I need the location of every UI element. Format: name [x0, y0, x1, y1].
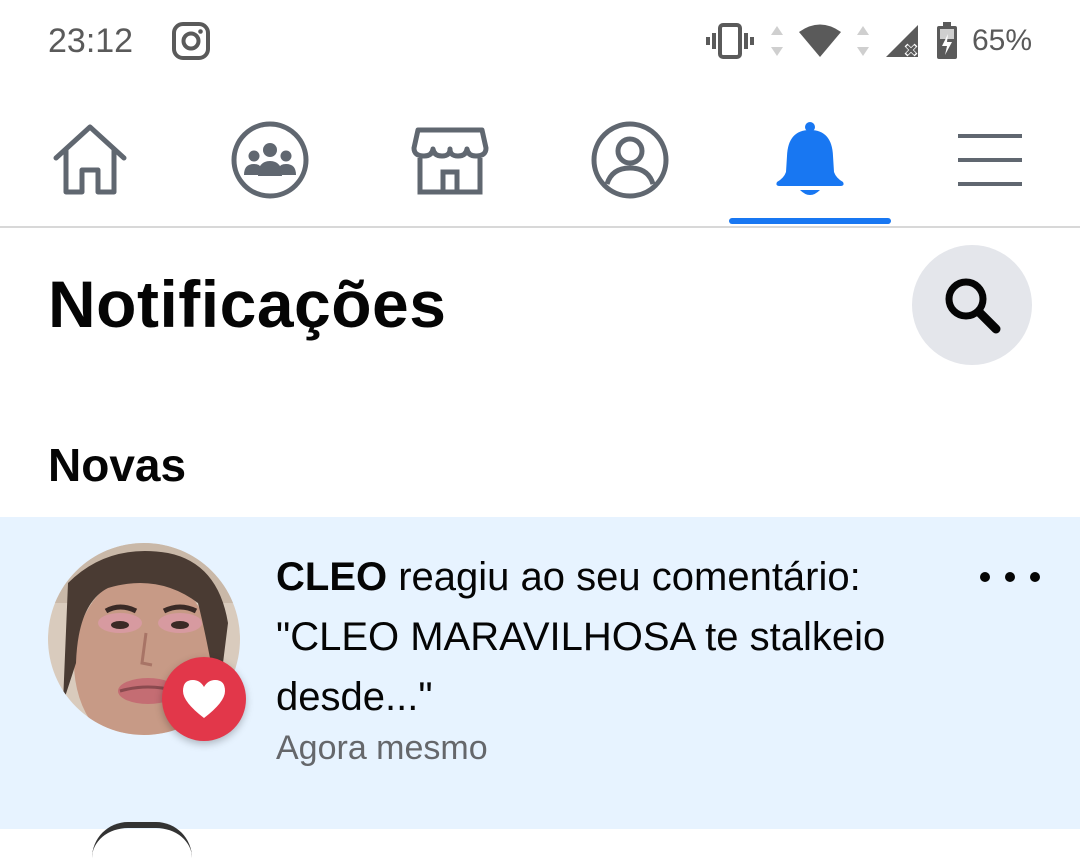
tab-notifications[interactable]	[730, 96, 890, 224]
notification-time: Agora mesmo	[276, 729, 488, 767]
profile-icon	[591, 121, 669, 199]
marketplace-icon	[411, 127, 489, 195]
status-bar: 23:12 65%	[0, 0, 1080, 86]
section-label-new: Novas	[48, 439, 187, 491]
more-dot-icon	[1030, 572, 1040, 582]
love-reaction-icon	[162, 657, 246, 741]
more-dot-icon	[1005, 572, 1015, 582]
tab-menu[interactable]	[910, 96, 1070, 224]
top-nav-bar	[0, 96, 1080, 228]
menu-icon	[958, 134, 1022, 186]
home-icon	[53, 124, 127, 195]
bell-icon	[776, 122, 844, 195]
battery-charging-icon	[936, 22, 957, 59]
tab-home[interactable]	[10, 96, 170, 224]
search-button[interactable]	[912, 245, 1032, 365]
battery-percent: 65%	[971, 24, 1032, 57]
wifi-icon	[798, 24, 841, 57]
groups-icon	[231, 121, 309, 199]
instagram-icon	[172, 22, 210, 60]
notification-item[interactable]: CLEO reagiu ao seu comentário: "CLEO MAR…	[0, 517, 1080, 829]
status-time: 23:12	[48, 22, 134, 60]
notification-text: CLEO reagiu ao seu comentário: "CLEO MAR…	[276, 547, 956, 727]
tab-profile[interactable]	[550, 96, 710, 224]
tab-groups[interactable]	[190, 96, 350, 224]
signal-icon	[885, 25, 918, 57]
data-arrows-icon	[770, 26, 783, 56]
status-icons: 65%	[704, 18, 1032, 64]
data-arrows-icon	[856, 26, 869, 56]
page-title: Notificações	[48, 267, 447, 341]
vibrate-icon	[705, 23, 754, 59]
active-tab-indicator	[729, 218, 891, 224]
more-options-button[interactable]	[980, 557, 1040, 597]
tab-marketplace[interactable]	[370, 96, 530, 224]
notification-actor: CLEO	[276, 555, 388, 599]
search-icon	[945, 278, 1001, 334]
more-dot-icon	[980, 572, 990, 582]
